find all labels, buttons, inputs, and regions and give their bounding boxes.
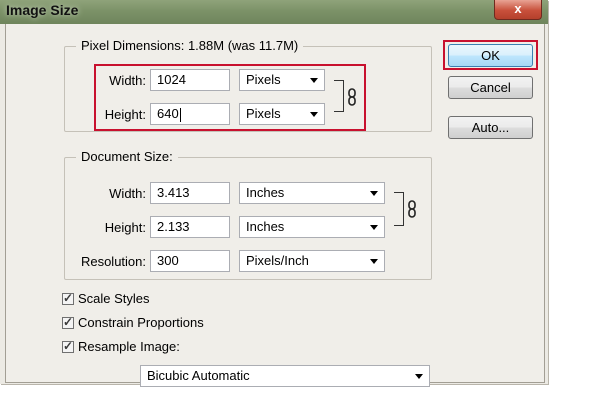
pixel-width-label: Width: <box>109 73 146 88</box>
pixel-height-unit-select[interactable]: Pixels <box>239 103 325 125</box>
scale-styles-checkbox[interactable]: ✓ <box>62 291 74 305</box>
resample-image-checkbox[interactable]: ✓ <box>62 339 74 353</box>
scale-styles-label: Scale Styles <box>78 291 150 306</box>
link-chain-icon <box>408 200 416 218</box>
dialog-title: Image Size <box>6 2 79 18</box>
document-height-label: Height: <box>104 220 146 235</box>
resolution-input[interactable]: 300 <box>150 250 230 272</box>
auto-button[interactable]: Auto... <box>448 116 533 139</box>
chevron-down-icon <box>310 78 318 83</box>
resolution-unit-select[interactable]: Pixels/Inch <box>239 250 385 272</box>
chevron-down-icon <box>370 225 378 230</box>
close-icon: x <box>514 1 522 16</box>
pixel-height-input[interactable]: 640 <box>150 103 230 125</box>
pixel-link-bracket <box>334 80 344 112</box>
document-width-input[interactable]: 3.413 <box>150 182 230 204</box>
text-caret <box>179 107 181 122</box>
checkmark-icon: ✓ <box>63 315 74 329</box>
pixel-dimensions-value: 1.88M (was 11.7M) <box>187 38 299 53</box>
link-chain-icon <box>348 88 356 106</box>
document-width-unit-select[interactable]: Inches <box>239 182 385 204</box>
image-size-dialog: Image Size x Pixel Dimensions: 1.88M (wa… <box>0 0 548 387</box>
document-height-unit: Inches <box>246 219 285 234</box>
constrain-proportions-label: Constrain Proportions <box>78 315 204 330</box>
pixel-dimensions-label: Pixel Dimensions: <box>81 38 185 53</box>
checkmark-icon: ✓ <box>63 339 74 353</box>
resolution-unit: Pixels/Inch <box>246 253 309 268</box>
constrain-proportions-checkbox[interactable]: ✓ <box>62 315 74 329</box>
document-height-unit-select[interactable]: Inches <box>239 216 385 238</box>
document-width-label: Width: <box>109 186 146 201</box>
title-bar[interactable]: Image Size x <box>0 0 548 24</box>
resample-method-value: Bicubic Automatic <box>147 368 250 383</box>
pixel-height-value: 640 <box>157 106 179 121</box>
pixel-width-input[interactable]: 1024 <box>150 69 230 91</box>
pixel-width-unit-select[interactable]: Pixels <box>239 69 325 91</box>
document-height-input[interactable]: 2.133 <box>150 216 230 238</box>
document-width-unit: Inches <box>246 185 285 200</box>
document-link-bracket <box>394 192 404 226</box>
chevron-down-icon <box>370 191 378 196</box>
pixel-dimensions-legend: Pixel Dimensions: 1.88M (was 11.7M) <box>76 38 304 53</box>
document-size-label: Document Size: <box>81 149 173 164</box>
pixel-width-unit: Pixels <box>246 72 281 87</box>
pixel-height-label: Height: <box>104 107 146 122</box>
resample-image-label: Resample Image: <box>78 339 180 354</box>
chevron-down-icon <box>370 259 378 264</box>
pixel-height-unit: Pixels <box>246 106 281 121</box>
cancel-button[interactable]: Cancel <box>448 76 533 99</box>
chevron-down-icon <box>415 374 423 379</box>
resample-method-select[interactable]: Bicubic Automatic <box>140 365 430 387</box>
ok-button[interactable]: OK <box>448 44 533 67</box>
document-size-legend: Document Size: <box>76 149 178 164</box>
close-button[interactable]: x <box>494 0 542 20</box>
chevron-down-icon <box>310 112 318 117</box>
checkmark-icon: ✓ <box>63 291 74 305</box>
resolution-label: Resolution: <box>80 254 146 269</box>
